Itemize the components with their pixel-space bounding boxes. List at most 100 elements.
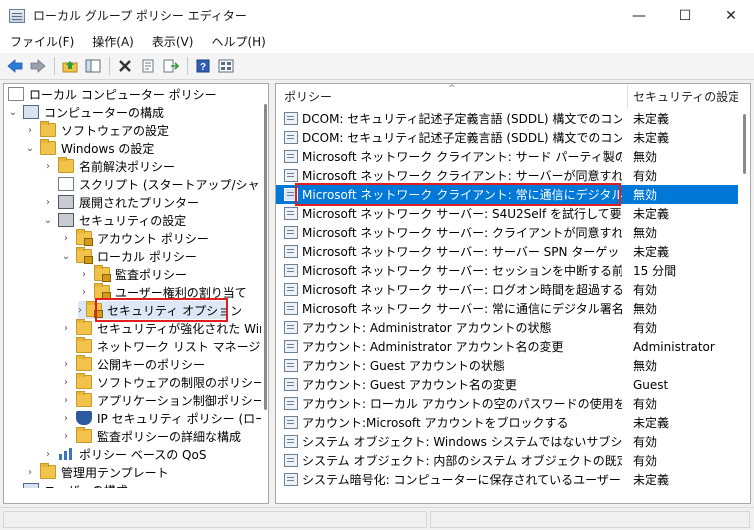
maximize-button[interactable]: ☐ <box>662 0 708 31</box>
tree-item-label: セキュリティの設定 <box>79 213 187 228</box>
chevron-right-icon[interactable]: › <box>78 305 82 316</box>
tree-item-label: コンピューターの構成 <box>44 105 165 120</box>
policy-row[interactable]: システム オブジェクト: Windows システムではないサブシステムのための大… <box>276 432 738 451</box>
tree-item-security-settings[interactable]: ⌄ セキュリティの設定 <box>42 211 186 229</box>
chevron-right-icon[interactable]: › <box>60 233 72 244</box>
policy-list-pane[interactable]: ポリシー ^ セキュリティの設定 DCOM: セキュリティ記述子定義言語 (SD… <box>275 83 751 504</box>
tree-item-admin-templates[interactable]: › 管理用テンプレート <box>24 463 169 481</box>
policy-setting: 未定義 <box>633 207 670 221</box>
folder-lock-icon <box>76 229 93 246</box>
policy-row[interactable]: Microsoft ネットワーク サーバー: ログオン時間を超過するとクライアン… <box>276 280 738 299</box>
policy-row[interactable]: Microsoft ネットワーク クライアント: サード パーティ製の SMB … <box>276 147 738 166</box>
minimize-button[interactable]: — <box>616 0 662 31</box>
tree-pane[interactable]: ローカル コンピューター ポリシー ⌄ コンピューターの構成 › ソフトウェアの… <box>3 83 269 504</box>
column-header-policy[interactable]: ポリシー ^ <box>276 84 628 109</box>
policy-row[interactable]: DCOM: セキュリティ記述子定義言語 (SDDL) 構文でのコンピューター ア… <box>276 109 738 128</box>
menu-help[interactable]: ヘルプ(H) <box>201 31 273 53</box>
policy-row[interactable]: Microsoft ネットワーク サーバー: サーバー SPN ターゲット名検証… <box>276 242 738 261</box>
tree-item-ip-security[interactable]: › IP セキュリティ ポリシー (ローカル コンピューター) <box>60 409 268 427</box>
policy-row[interactable]: アカウント:Microsoft アカウントをブロックする 未定義 <box>276 413 738 432</box>
policy-row[interactable]: Microsoft ネットワーク サーバー: 常に通信にデジタル署名を行う 無効 <box>276 299 738 318</box>
properties-button[interactable] <box>137 55 159 77</box>
tree-item-label: ネットワーク リスト マネージャー ポリシー <box>97 339 268 354</box>
policy-row[interactable]: アカウント: Guest アカウントの状態 無効 <box>276 356 738 375</box>
tree-item-network-list-manager[interactable]: ネットワーク リスト マネージャー ポリシー <box>60 337 268 355</box>
chevron-right-icon[interactable]: › <box>78 287 90 298</box>
up-folder-button[interactable] <box>59 55 81 77</box>
folder-icon <box>76 355 92 371</box>
chevron-right-icon[interactable]: › <box>42 449 54 460</box>
chevron-down-icon[interactable]: ⌄ <box>60 251 72 262</box>
menu-action[interactable]: 操作(A) <box>82 31 142 53</box>
column-header-setting[interactable]: セキュリティの設定 <box>628 84 748 109</box>
policy-item-icon <box>284 150 298 163</box>
tree-item-qos[interactable]: › ポリシー ベースの QoS <box>42 445 206 463</box>
tree-horizontal-scrollbar[interactable] <box>4 488 261 503</box>
tree-item-software-settings[interactable]: › ソフトウェアの設定 <box>24 121 169 139</box>
policy-row[interactable]: DCOM: セキュリティ記述子定義言語 (SDDL) 構文でのコンピューター起動… <box>276 128 738 147</box>
tree-item-computer-configuration[interactable]: ⌄ コンピューターの構成 <box>7 103 164 121</box>
tree-item-firewall[interactable]: › セキュリティが強化された Windows Defender ファイアウォール <box>60 319 268 337</box>
policy-row[interactable]: アカウント: ローカル アカウントの空のパスワードの使用をコンソール ログオンの… <box>276 394 738 413</box>
view-button[interactable] <box>215 55 237 77</box>
chevron-right-icon[interactable]: › <box>60 359 72 370</box>
policy-name: Microsoft ネットワーク サーバー: クライアントが同意すれば、通信にデ… <box>302 226 622 240</box>
policy-name: Microsoft ネットワーク サーバー: ログオン時間を超過するとクライアン… <box>302 283 622 297</box>
policy-row[interactable]: Microsoft ネットワーク サーバー: S4U2Self を試行して要求情… <box>276 204 738 223</box>
chevron-right-icon[interactable]: › <box>60 323 72 334</box>
chevron-right-icon[interactable]: › <box>60 431 72 442</box>
tree-item-local-policies[interactable]: ⌄ ローカル ポリシー <box>60 247 197 265</box>
policy-item-icon <box>284 226 298 239</box>
chevron-right-icon[interactable]: › <box>78 269 90 280</box>
tree-item-advanced-audit[interactable]: › 監査ポリシーの詳細な構成 <box>60 427 241 445</box>
folder-icon <box>40 139 56 155</box>
policy-row[interactable]: アカウント: Guest アカウント名の変更 Guest <box>276 375 738 394</box>
chevron-right-icon[interactable]: › <box>24 125 36 136</box>
chevron-down-icon[interactable]: ⌄ <box>24 143 36 154</box>
chevron-right-icon[interactable]: › <box>42 197 54 208</box>
chevron-right-icon[interactable]: › <box>42 161 54 172</box>
policy-row[interactable]: アカウント: Administrator アカウント名の変更 Administr… <box>276 337 738 356</box>
list-vertical-scrollbar[interactable] <box>738 84 750 503</box>
show-tree-button[interactable] <box>82 55 104 77</box>
delete-button[interactable] <box>114 55 136 77</box>
chevron-right-icon[interactable]: › <box>60 377 72 388</box>
chevron-right-icon[interactable]: › <box>60 395 72 406</box>
tree-item-application-control[interactable]: › アプリケーション制御ポリシー <box>60 391 265 409</box>
policy-row[interactable]: システム オブジェクト: 内部のシステム オブジェクトの既定のアクセス許可 有効 <box>276 451 738 470</box>
export-button[interactable] <box>160 55 182 77</box>
policy-row[interactable]: Microsoft ネットワーク サーバー: セッションを中断する前に、ある一定… <box>276 261 738 280</box>
menu-view[interactable]: 表示(V) <box>142 31 202 53</box>
chevron-down-icon[interactable]: ⌄ <box>7 107 19 118</box>
chevron-right-icon[interactable]: › <box>60 413 72 424</box>
scrollbar-thumb[interactable] <box>264 104 267 410</box>
folder-icon <box>76 391 92 407</box>
status-bar <box>0 507 754 530</box>
back-button[interactable] <box>4 55 26 77</box>
tree-item-deployed-printers[interactable]: › 展開されたプリンター <box>42 193 199 211</box>
tree-vertical-scrollbar[interactable] <box>261 84 268 503</box>
tree-item-local-computer-policy[interactable]: ローカル コンピューター ポリシー <box>8 85 217 103</box>
policy-name: Microsoft ネットワーク サーバー: 常に通信にデジタル署名を行う <box>302 302 622 316</box>
policy-name: Microsoft ネットワーク クライアント: サーバーが同意すれば、通信にデ… <box>302 169 622 183</box>
tree-item-public-key-policies[interactable]: › 公開キーのポリシー <box>60 355 205 373</box>
policy-row[interactable]: Microsoft ネットワーク サーバー: クライアントが同意すれば、通信にデ… <box>276 223 738 242</box>
tree-item-name-resolution-policy[interactable]: › 名前解決ポリシー <box>42 157 175 175</box>
help-button[interactable]: ? <box>192 55 214 77</box>
menu-file[interactable]: ファイル(F) <box>0 31 82 53</box>
close-button[interactable]: ✕ <box>708 0 754 31</box>
tree-item-scripts[interactable]: スクリプト (スタートアップ/シャットダウン) <box>42 175 268 193</box>
tree-item-windows-settings[interactable]: ⌄ Windows の設定 <box>24 139 154 157</box>
chevron-right-icon[interactable]: › <box>24 467 36 478</box>
policy-setting: 有効 <box>633 169 658 183</box>
policy-row[interactable]: システム暗号化: コンピューターに保存されているユーザー キーに強力なキー 未定… <box>276 470 738 489</box>
tree-item-software-restriction[interactable]: › ソフトウェアの制限のポリシー <box>60 373 265 391</box>
tree-item-account-policies[interactable]: › アカウント ポリシー <box>60 229 209 247</box>
policy-row[interactable]: アカウント: Administrator アカウントの状態 有効 <box>276 318 738 337</box>
tree-item-label: アカウント ポリシー <box>97 231 209 246</box>
forward-button[interactable] <box>27 55 49 77</box>
scrollbar-thumb[interactable] <box>743 114 746 174</box>
chevron-down-icon[interactable]: ⌄ <box>42 215 54 226</box>
tree-item-audit-policy[interactable]: › 監査ポリシー <box>78 265 187 283</box>
policy-name: アカウント: Administrator アカウントの状態 <box>302 321 552 335</box>
